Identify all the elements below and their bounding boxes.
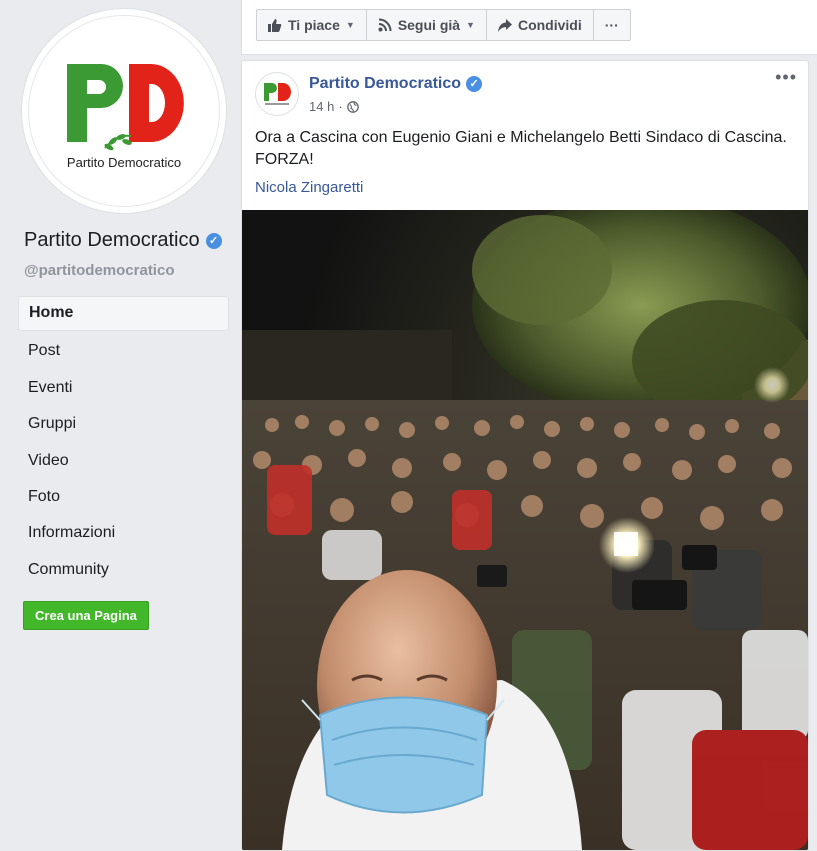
page-profile-picture[interactable]: Partito Democratico xyxy=(22,9,226,213)
share-button[interactable]: Condividi xyxy=(487,10,594,40)
page-title-text[interactable]: Partito Democratico xyxy=(24,229,200,252)
follow-button[interactable]: Segui già ▼ xyxy=(367,10,487,40)
pd-logo: Partito Democratico xyxy=(28,15,220,207)
post-author-avatar[interactable] xyxy=(255,72,299,116)
like-button[interactable]: Ti piace ▼ xyxy=(257,10,367,40)
nav-item-foto[interactable]: Foto xyxy=(18,480,229,513)
post-card: Partito Democratico ✓ 14 h · ••• Ora a C… xyxy=(241,60,809,851)
page-sidebar: Partito Democratico Partito Democratico … xyxy=(0,0,240,849)
post-author: Partito Democratico ✓ xyxy=(309,75,483,93)
nav-item-informazioni[interactable]: Informazioni xyxy=(18,516,229,549)
follow-button-label: Segui già xyxy=(397,17,461,33)
post-author-name[interactable]: Partito Democratico xyxy=(309,75,461,93)
like-button-label: Ti piace xyxy=(288,17,340,33)
more-options-button[interactable]: ··· xyxy=(594,10,630,40)
chevron-down-icon: ▼ xyxy=(466,20,475,30)
post-options-button[interactable]: ••• xyxy=(775,67,797,88)
meta-separator: · xyxy=(338,99,343,114)
create-page-button[interactable]: Crea una Pagina xyxy=(23,601,149,630)
nav-item-gruppi[interactable]: Gruppi xyxy=(18,407,229,440)
pd-logo-graphic: Partito Democratico xyxy=(67,64,184,170)
page-title[interactable]: Partito Democratico ✓ xyxy=(24,229,222,252)
verified-badge-icon: ✓ xyxy=(466,76,483,92)
nav-item-video[interactable]: Video xyxy=(18,444,229,477)
page-handle[interactable]: @partitodemocratico xyxy=(24,262,174,279)
share-arrow-icon xyxy=(497,18,512,32)
post-tagged-person[interactable]: Nicola Zingaretti xyxy=(255,179,363,196)
post-meta: 14 h · xyxy=(309,99,359,114)
post-text: Ora a Cascina con Eugenio Giani e Michel… xyxy=(255,129,787,168)
nav-item-community[interactable]: Community xyxy=(18,553,229,586)
rss-feed-icon xyxy=(378,18,392,32)
globe-icon[interactable] xyxy=(346,100,359,113)
nav-item-post[interactable]: Post xyxy=(18,334,229,367)
pd-logo-small xyxy=(264,83,291,105)
share-button-label: Condividi xyxy=(517,17,582,33)
page-action-bar: Ti piace ▼ Segui già ▼ Condividi ··· xyxy=(241,0,817,55)
verified-badge-icon: ✓ xyxy=(205,232,222,249)
chevron-down-icon: ▼ xyxy=(345,20,355,30)
more-options-icon: ··· xyxy=(604,17,619,33)
pd-logo-caption: Partito Democratico xyxy=(67,155,181,170)
page-nav: Home Post Eventi Gruppi Video Foto Infor… xyxy=(18,296,229,589)
thumbs-up-icon xyxy=(268,19,282,32)
nav-item-home[interactable]: Home xyxy=(18,296,229,331)
post-photo[interactable] xyxy=(242,210,808,850)
post-timestamp[interactable]: 14 h xyxy=(309,99,334,114)
action-button-group: Ti piace ▼ Segui già ▼ Condividi ··· xyxy=(256,9,631,41)
nav-item-eventi[interactable]: Eventi xyxy=(18,371,229,404)
